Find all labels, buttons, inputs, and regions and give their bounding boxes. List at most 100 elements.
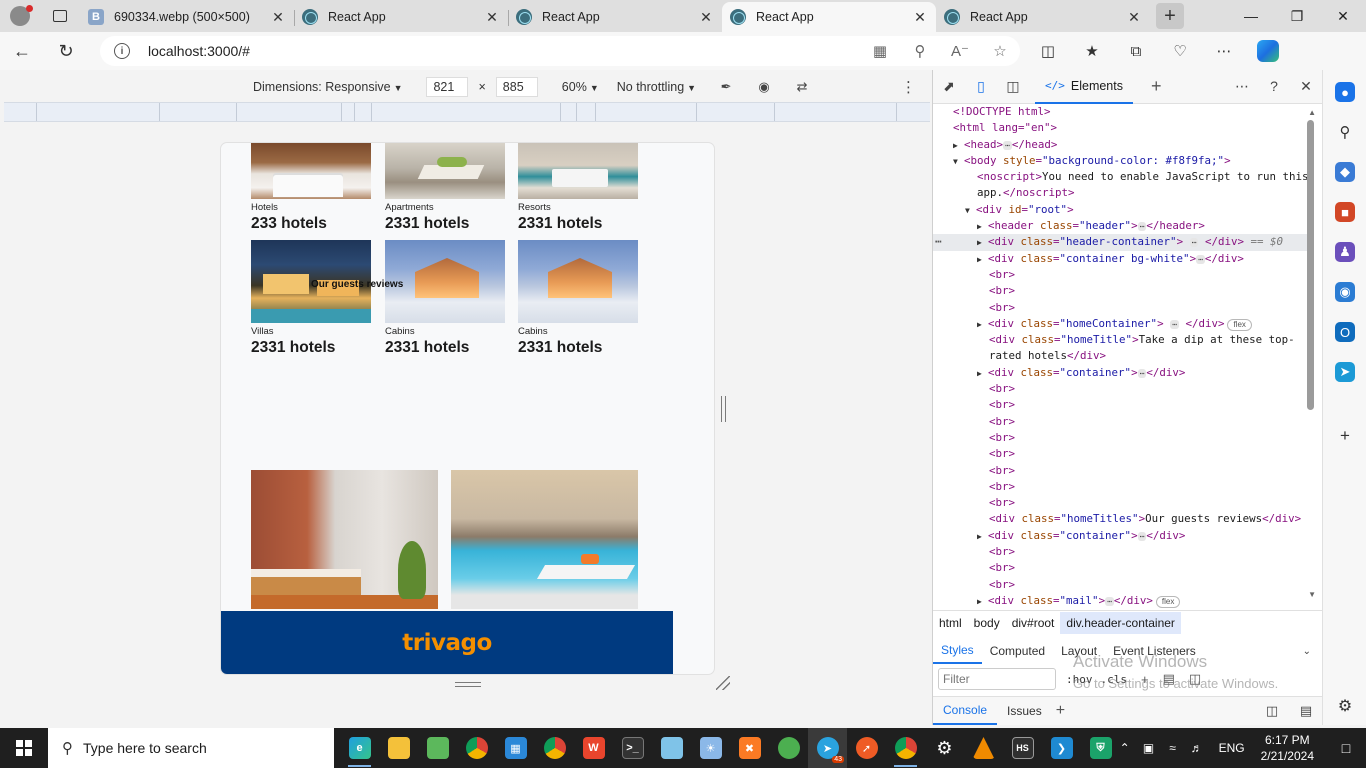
- taskbar-chrome[interactable]: [457, 728, 496, 768]
- close-icon[interactable]: ✕: [1126, 9, 1142, 26]
- sidebar-toggle-icon[interactable]: ◫: [1189, 671, 1201, 687]
- dom-node[interactable]: ▶ <div class="container"> ⋯ </div>: [933, 528, 1309, 544]
- tab-styles[interactable]: Styles: [933, 638, 982, 664]
- more-tools-icon[interactable]: ⋯: [1226, 78, 1258, 95]
- tab-computed[interactable]: Computed: [982, 638, 1053, 664]
- dom-node[interactable]: <br>: [933, 397, 1309, 413]
- apps-grid-icon[interactable]: ▦: [860, 42, 900, 60]
- styles-filter-input[interactable]: Filter: [938, 668, 1056, 690]
- dom-node[interactable]: <br>: [933, 430, 1309, 446]
- taskbar-edge[interactable]: e: [340, 728, 379, 768]
- new-tab-button[interactable]: +: [1156, 3, 1184, 29]
- chevron-down-icon[interactable]: ⌄: [1303, 646, 1311, 657]
- network-icon[interactable]: ▣: [1137, 741, 1161, 755]
- taskbar-app-leaf[interactable]: [769, 728, 808, 768]
- minimize-icon[interactable]: —: [1228, 0, 1274, 32]
- cls-toggle[interactable]: .cls: [1101, 673, 1128, 686]
- height-input[interactable]: 885: [495, 77, 538, 97]
- start-button[interactable]: [0, 728, 48, 768]
- expand-drawer-icon[interactable]: ▤: [1289, 703, 1323, 719]
- dom-node[interactable]: ▼ <body style="background-color: #f8f9fa;…: [933, 153, 1309, 169]
- collections-icon[interactable]: ⧉: [1114, 32, 1158, 70]
- breadcrumb-item[interactable]: html: [933, 612, 968, 634]
- property-card-resorts[interactable]: Resorts 2331 hotels: [518, 143, 638, 233]
- chevron-up-icon[interactable]: ⌃: [1113, 741, 1137, 755]
- url-text[interactable]: localhost:3000/#: [148, 43, 860, 59]
- computed-styles-icon[interactable]: ▤: [1163, 671, 1175, 687]
- taskbar-app-green[interactable]: [418, 728, 457, 768]
- dom-node[interactable]: <br>: [933, 283, 1309, 299]
- browser-tab[interactable]: B 690334.webp (500×500) ✕: [80, 2, 294, 32]
- dom-node[interactable]: <!DOCTYPE html>: [933, 104, 1309, 120]
- devtools-close-icon[interactable]: ✕: [1290, 78, 1322, 95]
- dom-node[interactable]: <br>: [933, 267, 1309, 283]
- close-icon[interactable]: ✕: [484, 9, 500, 26]
- close-icon[interactable]: ✕: [698, 9, 714, 26]
- taskbar-paint[interactable]: ☀: [691, 728, 730, 768]
- taskbar-notes[interactable]: [652, 728, 691, 768]
- drop-icon[interactable]: ➤: [1335, 362, 1355, 382]
- taskbar-vlc[interactable]: [964, 728, 1003, 768]
- profile-button[interactable]: [0, 0, 40, 32]
- dom-tree[interactable]: <!DOCTYPE html> <html lang="en"> ▶ <head>…: [933, 104, 1309, 610]
- flex-badge[interactable]: flex: [1227, 318, 1252, 331]
- add-sidebar-app-icon[interactable]: +: [1335, 426, 1355, 446]
- taskbar-wps[interactable]: W: [574, 728, 613, 768]
- zoom-icon[interactable]: ⚲: [900, 42, 940, 60]
- dock-drawer-icon[interactable]: ◫: [1255, 703, 1289, 719]
- clock[interactable]: 6:17 PM 2/21/2024: [1261, 732, 1314, 764]
- outlook-icon[interactable]: O: [1335, 322, 1355, 342]
- guest-review-room-image[interactable]: [251, 470, 438, 609]
- flex-badge[interactable]: flex: [1155, 595, 1181, 608]
- breadcrumb-item-active[interactable]: div.header-container: [1060, 611, 1181, 634]
- dom-node[interactable]: ▶ <div class="container bg-white"> ⋯ </div>: [933, 251, 1309, 267]
- favorite-star-icon[interactable]: ☆: [980, 42, 1020, 60]
- add-tab-icon[interactable]: +: [1151, 76, 1162, 97]
- taskbar-chrome-profile[interactable]: [535, 728, 574, 768]
- search-icon[interactable]: ⚲: [1335, 122, 1355, 142]
- split-screen-icon[interactable]: ◫: [1026, 32, 1070, 70]
- dom-node[interactable]: <br>: [933, 463, 1309, 479]
- dom-node[interactable]: <br>: [933, 381, 1309, 397]
- tab-actions-button[interactable]: [40, 0, 80, 32]
- microsoft-365-icon[interactable]: ◉: [1335, 282, 1355, 302]
- dom-node[interactable]: <html lang="en">: [933, 120, 1309, 136]
- dom-node[interactable]: ▶ <div class="mail"> ⋯ </div> flex: [933, 593, 1309, 609]
- hov-toggle[interactable]: :hov: [1066, 673, 1093, 686]
- dom-node[interactable]: <div class="homeTitles">Our guests revie…: [933, 511, 1309, 527]
- dom-node[interactable]: ▶ <div class="container"> ⋯ </div>: [933, 365, 1309, 381]
- window-close-icon[interactable]: ✕: [1320, 0, 1366, 32]
- settings-gear-icon[interactable]: ⚙: [1335, 696, 1355, 716]
- add-rule-icon[interactable]: +: [1141, 672, 1149, 687]
- eyedropper-icon[interactable]: ✒: [718, 79, 734, 95]
- close-icon[interactable]: ✕: [270, 9, 286, 26]
- scroll-up-icon[interactable]: ▲: [1308, 108, 1316, 117]
- dom-node[interactable]: <br>: [933, 479, 1309, 495]
- resize-handle-bottom[interactable]: [455, 682, 481, 687]
- browser-essentials-icon[interactable]: ♡: [1158, 32, 1202, 70]
- taskbar-postman[interactable]: ➚: [847, 728, 886, 768]
- tools-icon[interactable]: ■: [1335, 202, 1355, 222]
- volume-icon[interactable]: ♬: [1185, 741, 1209, 755]
- more-options-icon[interactable]: ⋮: [901, 78, 916, 96]
- copilot-button[interactable]: [1246, 32, 1290, 70]
- dom-node[interactable]: ▶ <head> ⋯ </head>: [933, 137, 1309, 153]
- zoom-dropdown[interactable]: 60% ▼: [562, 80, 599, 94]
- breadcrumb-item[interactable]: body: [968, 612, 1006, 634]
- dom-node[interactable]: ▶ <div class="homeContainer"> ⋯ </div> fle…: [933, 316, 1309, 332]
- dom-scrollbar[interactable]: [1307, 120, 1314, 410]
- dom-node[interactable]: <br>: [933, 495, 1309, 511]
- help-icon[interactable]: ?: [1258, 78, 1290, 95]
- dom-node[interactable]: <br>: [933, 577, 1309, 593]
- dom-node[interactable]: <br>: [933, 300, 1309, 316]
- notification-center-icon[interactable]: □: [1326, 740, 1366, 756]
- property-card-villas[interactable]: Villas 2331 hotels: [251, 240, 371, 357]
- throttle-dropdown[interactable]: No throttling ▼: [617, 80, 696, 94]
- read-aloud-icon[interactable]: A⁻: [940, 42, 980, 60]
- address-bar[interactable]: i localhost:3000/# ▦ ⚲ A⁻ ☆: [100, 36, 1020, 66]
- taskbar-telegram[interactable]: ➤ 43: [808, 728, 847, 768]
- trivago-logo[interactable]: trivago: [402, 630, 492, 656]
- restore-icon[interactable]: ❐: [1274, 0, 1320, 32]
- property-card-cabins[interactable]: Cabins 2331 hotels: [385, 240, 505, 357]
- bell-icon[interactable]: ●: [1335, 82, 1355, 102]
